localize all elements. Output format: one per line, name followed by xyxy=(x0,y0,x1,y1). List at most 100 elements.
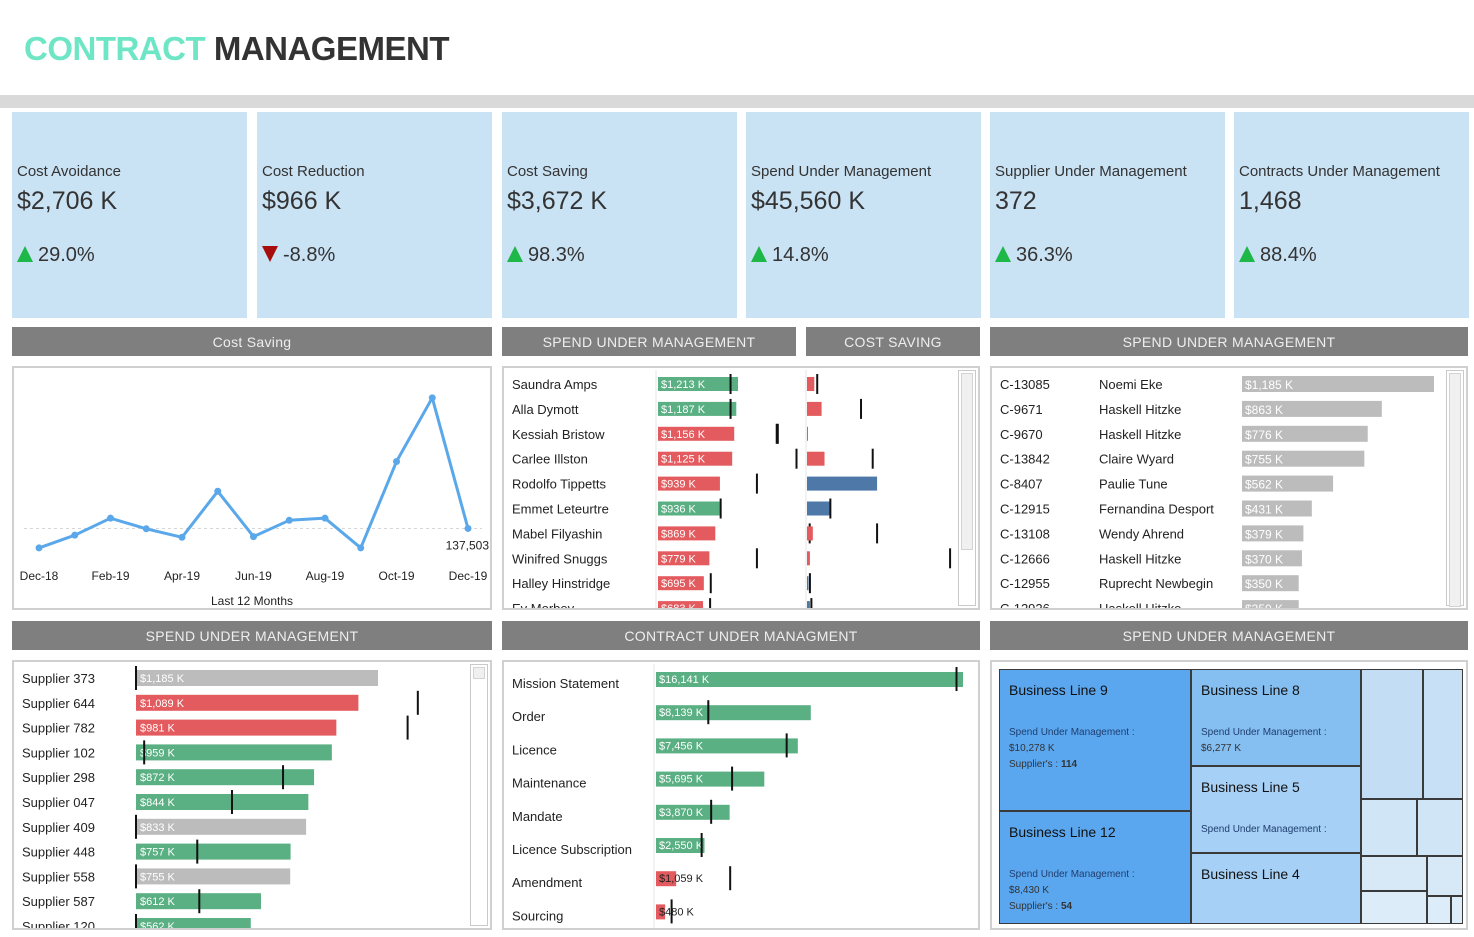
contract-type-name: Amendment xyxy=(512,875,582,890)
supplier-name: Supplier 102 xyxy=(22,745,95,760)
spend-bar-label: $1,089 K xyxy=(140,698,185,710)
tile-metric-label: Spend Under Management : xyxy=(1009,727,1135,738)
contract-owner: Haskell Hitzke xyxy=(1099,601,1181,608)
spend-bar-label: $1,185 K xyxy=(140,673,185,685)
contract-type-name: Licence xyxy=(512,742,557,757)
tile-title: Business Line 8 xyxy=(1201,682,1300,698)
tile-title: Business Line 12 xyxy=(1009,824,1116,840)
treemap-tile[interactable] xyxy=(1417,799,1463,856)
scrollbar-thumb[interactable] xyxy=(473,667,485,679)
spend-by-person-chart: Saundra Amps $1,213 K Alla Dymott $1,187 K K… xyxy=(512,370,952,608)
contract-owner: Ruprecht Newbegin xyxy=(1099,576,1213,591)
treemap-tile[interactable] xyxy=(1361,669,1423,799)
kpi-card-supplier-under-management[interactable]: Supplier Under Management 372 36.3% xyxy=(990,112,1225,318)
supplier-name: Supplier 373 xyxy=(22,671,95,686)
spend-bar-label: $755 K xyxy=(1245,453,1283,467)
data-point xyxy=(250,533,257,541)
supplier-name: Supplier 558 xyxy=(22,869,95,884)
treemap-tile[interactable] xyxy=(1427,856,1463,896)
treemap-tile[interactable] xyxy=(1427,896,1451,924)
spend-bar-label: $869 K xyxy=(661,528,697,540)
spend-bar-label: $776 K xyxy=(1245,428,1283,442)
kpi-change: 98.3% xyxy=(507,244,585,267)
supplier-name: Supplier 782 xyxy=(22,721,95,736)
treemap-tile[interactable] xyxy=(1361,891,1427,924)
kpi-card-cost-reduction[interactable]: Cost Reduction $966 K -8.8% xyxy=(257,112,492,318)
data-point xyxy=(464,524,472,532)
x-tick-label: Jun-19 xyxy=(235,569,272,583)
supplier-name: Supplier 409 xyxy=(22,820,95,835)
treemap-tile[interactable] xyxy=(1423,669,1463,799)
spend-bar-label: $1,213 K xyxy=(661,379,706,391)
spend-bar-label: $3,870 K xyxy=(659,807,704,819)
spend-bar-label: $1,187 K xyxy=(661,404,706,416)
scrollbar[interactable] xyxy=(1446,370,1464,607)
data-point xyxy=(357,544,365,552)
saving-bar xyxy=(807,576,809,591)
business-line-treemap-panel: Business Line 9 Spend Under Management :… xyxy=(990,660,1468,930)
series-line xyxy=(38,396,470,550)
contract-owner: Claire Wyard xyxy=(1099,452,1174,467)
tile-metric-value: $10,278 K xyxy=(1009,743,1055,754)
kpi-value: $3,672 K xyxy=(507,187,608,215)
person-name: Mabel Filyashin xyxy=(512,526,602,541)
spend-bar-label: $959 K xyxy=(140,747,176,759)
treemap-tile-business-line-9[interactable]: Business Line 9 Spend Under Management :… xyxy=(999,669,1191,811)
tile-metric-label: Spend Under Management : xyxy=(1009,869,1135,880)
contract-type-name: Maintenance xyxy=(512,776,586,791)
spend-bar-label: $936 K xyxy=(661,504,697,516)
treemap-tile[interactable] xyxy=(1361,799,1417,856)
cost-saving-header-2: COST SAVING xyxy=(806,327,980,356)
contract-owner: Haskell Hitzke xyxy=(1099,427,1181,442)
data-point xyxy=(178,533,186,541)
tile-title: Business Line 9 xyxy=(1009,682,1108,698)
contract-owner: Wendy Ahrend xyxy=(1099,526,1184,541)
spend-bar-label: $695 K xyxy=(661,578,697,590)
contract-id: C-12926 xyxy=(1000,601,1050,608)
kpi-card-cost-saving[interactable]: Cost Saving $3,672 K 98.3% xyxy=(502,112,737,318)
saving-bar xyxy=(807,426,808,441)
data-point xyxy=(321,514,329,522)
kpi-change: 29.0% xyxy=(17,244,95,267)
treemap-tile-business-line-4[interactable]: Business Line 4 xyxy=(1191,853,1361,924)
contract-id: C-13085 xyxy=(1000,377,1050,392)
person-name: Alla Dymott xyxy=(512,402,579,417)
arrow-up-icon xyxy=(995,246,1011,262)
kpi-label: Supplier Under Management xyxy=(995,163,1187,180)
spend-bar-label: $863 K xyxy=(1245,403,1283,417)
cost-saving-line-panel: 137,503 Dec-18 Feb-19 Apr-19 Jun-19 Aug-19 Oct… xyxy=(12,366,492,610)
treemap-tile[interactable] xyxy=(1361,856,1427,891)
scrollbar[interactable] xyxy=(470,664,488,926)
spend-bar-label: $431 K xyxy=(1245,503,1283,517)
kpi-card-spend-under-management[interactable]: Spend Under Management $45,560 K 14.8% xyxy=(746,112,981,318)
kpi-value: $45,560 K xyxy=(751,187,865,215)
kpi-change: 36.3% xyxy=(995,244,1073,267)
treemap-tile[interactable] xyxy=(1451,896,1463,924)
contract-type-name: Mission Statement xyxy=(512,676,619,691)
spend-bar-label: $981 K xyxy=(140,723,176,735)
contract-type-name: Licence Subscription xyxy=(512,842,632,857)
tile-title: Business Line 4 xyxy=(1201,866,1300,882)
contract-id: C-12955 xyxy=(1000,576,1050,591)
treemap-tile-business-line-5[interactable]: Business Line 5 Spend Under Management : xyxy=(1191,766,1361,853)
treemap-tile-business-line-8[interactable]: Business Line 8 Spend Under Management :… xyxy=(1191,669,1361,766)
kpi-card-cost-avoidance[interactable]: Cost Avoidance $2,706 K 29.0% xyxy=(12,112,247,318)
kpi-change-value: 14.8% xyxy=(772,244,829,266)
scrollbar-thumb[interactable] xyxy=(961,373,973,550)
spend-bar-label: $562 K xyxy=(1245,478,1283,492)
supplier-name: Supplier 644 xyxy=(22,696,95,711)
data-label: 137,503 xyxy=(446,538,490,552)
scrollbar[interactable] xyxy=(958,370,976,606)
tile-suppliers: Supplier's : 54 xyxy=(1009,901,1072,912)
arrow-up-icon xyxy=(1239,246,1255,262)
title-accent: CONTRACT xyxy=(24,30,206,67)
supplier-name: Supplier 587 xyxy=(22,894,95,909)
kpi-change-value: 88.4% xyxy=(1260,244,1317,266)
person-name: Winifred Snuggs xyxy=(512,551,608,566)
data-point xyxy=(35,544,43,552)
treemap-tile-business-line-12[interactable]: Business Line 12 Spend Under Management … xyxy=(999,811,1191,924)
spend-bar-label: $562 K xyxy=(140,921,176,928)
contract-id: C-13842 xyxy=(1000,452,1050,467)
kpi-card-contracts-under-management[interactable]: Contracts Under Management 1,468 88.4% xyxy=(1234,112,1469,318)
scrollbar-thumb[interactable] xyxy=(1449,373,1461,607)
